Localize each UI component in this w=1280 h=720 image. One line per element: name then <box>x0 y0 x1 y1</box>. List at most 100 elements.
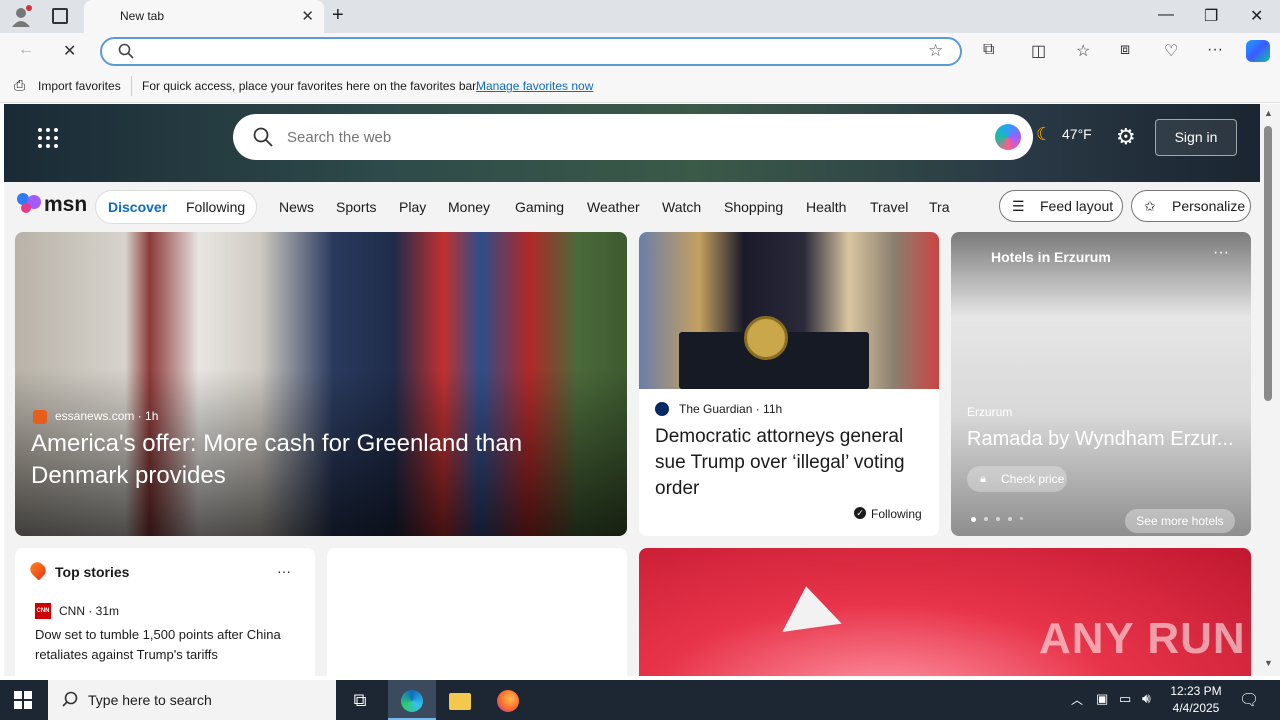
address-input[interactable] <box>146 43 886 61</box>
check-price-button[interactable]: 🔒︎ Check price <box>967 466 1067 492</box>
check-price-label: Check price <box>1001 472 1065 486</box>
volume-icon[interactable]: 🔊︎ <box>1142 690 1151 707</box>
news-image <box>639 232 939 389</box>
nav-shopping[interactable]: Shopping <box>724 199 783 215</box>
tray-chevron-icon[interactable]: ︿ <box>1071 691 1083 708</box>
see-more-hotels-button[interactable]: See more hotels <box>1125 509 1235 533</box>
story-headline[interactable]: Dow set to tumble 1,500 points after Chi… <box>35 625 301 665</box>
nav-truncated[interactable]: Tra <box>929 199 949 215</box>
nav-money[interactable]: Money <box>448 199 490 215</box>
favorites-bar: ⎙ Import favorites For quick access, pla… <box>0 70 1280 103</box>
search-icon <box>118 43 134 63</box>
nav-row: msn Discover Following News Sports Play … <box>4 182 1260 230</box>
task-view-icon[interactable]: ⧉ <box>336 680 384 720</box>
hotels-card[interactable]: Hotels in Erzurum ··· Erzurum Ramada by … <box>951 232 1251 536</box>
lock-icon: 🔒︎ <box>980 473 986 485</box>
temperature[interactable]: 47°F <box>1062 126 1092 142</box>
msn-logo-text[interactable]: msn <box>44 193 87 217</box>
msn-logo-icon[interactable] <box>16 192 42 214</box>
import-favorites-button[interactable]: Import favorites <box>38 79 121 93</box>
web-search-input[interactable] <box>287 127 887 147</box>
sign-in-button[interactable]: Sign in <box>1155 119 1237 156</box>
tab-close-icon[interactable]: ✕ <box>301 7 314 25</box>
feature-card[interactable]: essanews.com · 1h America's offer: More … <box>15 232 627 536</box>
manage-favorites-link[interactable]: Manage favorites now <box>476 79 593 93</box>
collections-icon[interactable]: ⧈ <box>1120 41 1130 59</box>
new-tab-icon[interactable]: + <box>332 4 344 27</box>
taskbar-search[interactable]: Type here to search <box>48 680 336 720</box>
tab-discover[interactable]: Discover <box>108 199 167 215</box>
guardian-source: The Guardian · 11h <box>679 402 783 416</box>
guardian-headline[interactable]: Democratic attorneys general sue Trump o… <box>655 424 927 502</box>
extensions-icon[interactable]: ⧉ <box>983 41 994 59</box>
notifications-icon[interactable]: 🗨︎ <box>1239 690 1259 710</box>
firefox-icon[interactable] <box>484 680 532 720</box>
stop-icon[interactable]: ✕ <box>63 41 76 61</box>
app-launcher-icon[interactable] <box>38 128 58 148</box>
carousel-dots[interactable] <box>971 517 1023 522</box>
clock-date: 4/4/2025 <box>1172 701 1220 715</box>
start-windows-icon[interactable] <box>14 691 32 709</box>
news-card-guardian[interactable]: The Guardian · 11h Democratic attorneys … <box>639 232 939 536</box>
favorites-icon[interactable]: ☆ <box>1076 41 1090 61</box>
nav-travel[interactable]: Travel <box>870 199 908 215</box>
tab-following[interactable]: Following <box>186 199 245 215</box>
scrollbar-thumb[interactable] <box>1264 126 1272 401</box>
favbar-hint: For quick access, place your favorites h… <box>142 79 479 93</box>
favbar-divider <box>131 76 132 96</box>
moon-icon: ☾ <box>1036 124 1053 144</box>
page-scrollbar[interactable]: ▲ ▼ <box>1260 104 1280 676</box>
source-logo-icon <box>33 410 47 424</box>
nav-health[interactable]: Health <box>806 199 846 215</box>
copilot-icon[interactable] <box>1246 40 1270 62</box>
hotel-name[interactable]: Ramada by Wyndham Erzur... <box>967 428 1234 451</box>
tab-new-tab[interactable]: New tab ✕ <box>84 0 324 33</box>
personalize-icon: ✩ <box>1144 198 1156 214</box>
favorite-star-icon[interactable]: ☆ <box>928 41 943 61</box>
settings-gear-icon[interactable]: ⚙ <box>1116 124 1136 150</box>
taskbar: Type here to search ⧉ ︿ ▣ ▭ 🔊︎ 12:23 PM … <box>0 680 1280 720</box>
nav-sports[interactable]: Sports <box>336 199 376 215</box>
personalize-button[interactable]: ✩ Personalize <box>1131 190 1251 222</box>
address-bar[interactable]: ☆ <box>100 37 962 66</box>
nav-watch[interactable]: Watch <box>662 199 701 215</box>
file-explorer-icon[interactable] <box>436 680 484 720</box>
web-search-box[interactable] <box>233 114 1033 160</box>
hotel-city: Erzurum <box>967 405 1013 419</box>
hotels-more-icon[interactable]: ··· <box>1213 244 1229 262</box>
presidential-seal-icon <box>744 316 788 360</box>
loading-card <box>327 548 627 676</box>
back-icon[interactable]: ← <box>18 41 34 59</box>
split-screen-icon[interactable]: ◫ <box>1031 41 1046 61</box>
taskbar-clock[interactable]: 12:23 PM 4/4/2025 <box>1162 683 1230 717</box>
restore-icon[interactable]: ❐ <box>1204 6 1218 26</box>
more-menu-icon[interactable]: ··· <box>1207 41 1223 59</box>
personalize-label: Personalize <box>1172 198 1246 214</box>
copilot-search-icon[interactable] <box>995 124 1021 150</box>
nav-news[interactable]: News <box>279 199 314 215</box>
web-search-icon <box>253 127 273 150</box>
profile-icon[interactable] <box>10 5 32 27</box>
toolbar: ← ✕ ☆ ⧉ ◫ ☆ ⧈ ♡ ··· <box>0 33 1280 70</box>
network-icon[interactable]: ▭ <box>1119 691 1131 707</box>
feed-layout-button[interactable]: ☰ Feed layout <box>999 190 1123 222</box>
edge-taskbar-icon[interactable] <box>388 680 436 720</box>
minimize-icon[interactable]: — <box>1158 6 1174 24</box>
nav-weather[interactable]: Weather <box>587 199 640 215</box>
video-card[interactable]: ANY RUN <box>639 548 1251 676</box>
feature-headline[interactable]: America's offer: More cash for Greenland… <box>31 428 591 492</box>
top-stories-more-icon[interactable]: ··· <box>277 563 291 579</box>
tray-device-icon[interactable]: ▣ <box>1096 691 1108 707</box>
nav-play[interactable]: Play <box>399 199 426 215</box>
close-window-icon[interactable]: ✕ <box>1250 6 1263 26</box>
nav-gaming[interactable]: Gaming <box>515 199 564 215</box>
hotels-title: Hotels in Erzurum <box>991 249 1111 265</box>
hero-banner: ☾ 47°F ⚙ Sign in <box>4 104 1260 182</box>
tab-actions-icon[interactable] <box>52 8 68 24</box>
import-icon[interactable]: ⎙ <box>14 77 25 94</box>
sliders-icon: ☰ <box>1012 198 1025 214</box>
scroll-up-icon[interactable]: ▲ <box>1264 108 1273 118</box>
following-badge[interactable]: Following <box>871 507 922 521</box>
scroll-down-icon[interactable]: ▼ <box>1264 658 1273 668</box>
browser-essentials-icon[interactable]: ♡ <box>1164 41 1178 61</box>
